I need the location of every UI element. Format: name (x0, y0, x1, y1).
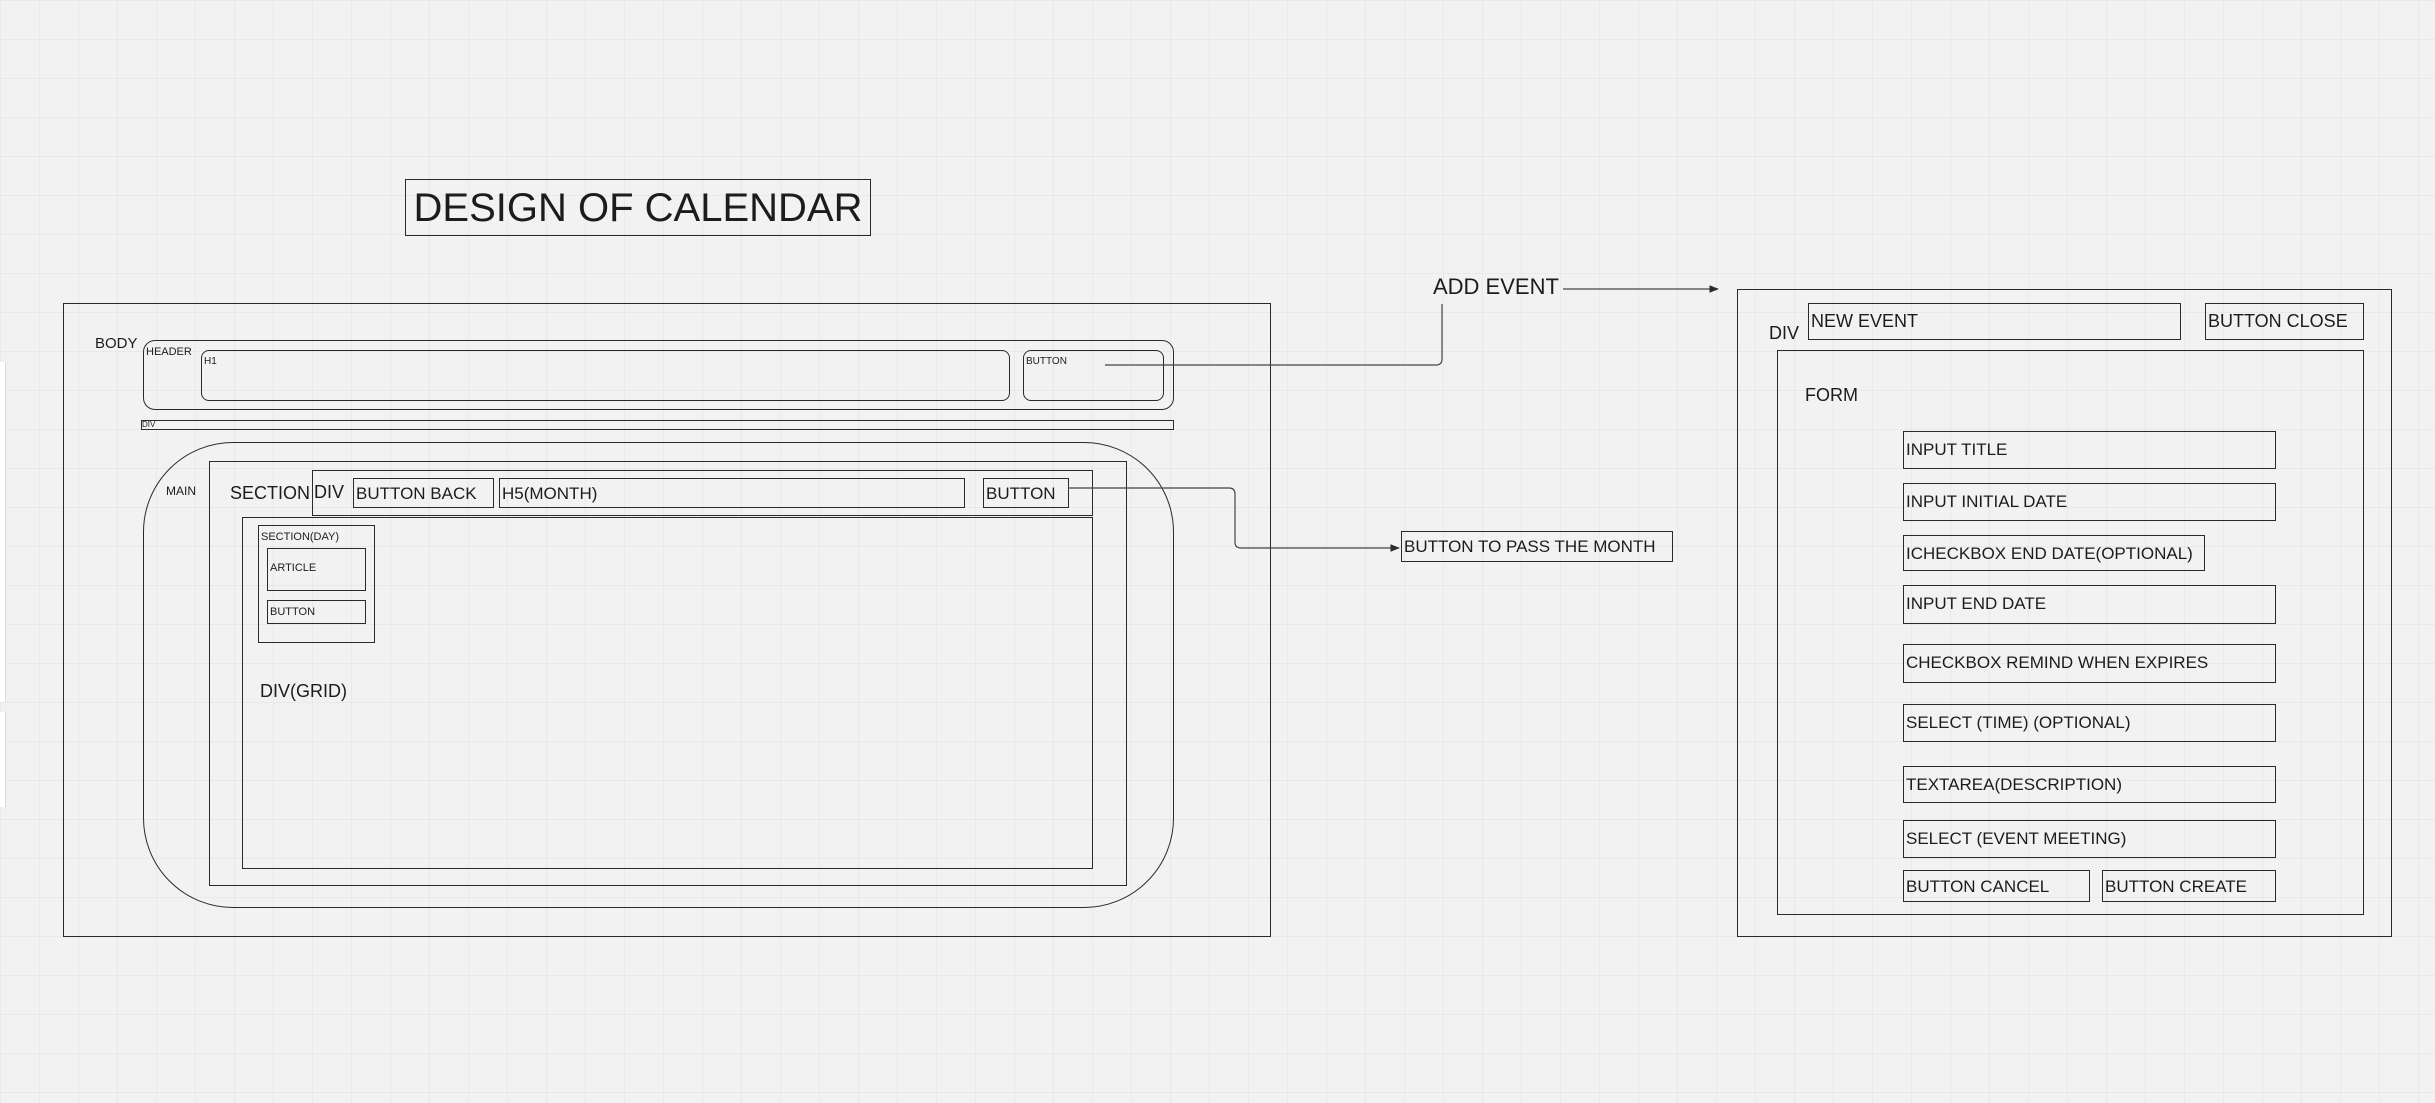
form-label: FORM (1805, 385, 1858, 405)
input-title-label: INPUT TITLE (1906, 440, 2008, 459)
modal-div-label: DIV (1769, 323, 1800, 343)
input-end-date-label: INPUT END DATE (1906, 594, 2047, 613)
checkbox-end-date-label: ICHECKBOX END DATE(OPTIONAL) (1906, 544, 2193, 563)
edge-strip-bottom (0, 712, 6, 807)
create-button-label: BUTTON CREATE (2105, 877, 2247, 896)
header-button-label: BUTTON (1026, 356, 1067, 367)
nav-div-label: DIV (314, 482, 345, 502)
h5-month-label: H5(MONTH) (502, 484, 598, 503)
main-label: MAIN (166, 484, 196, 498)
close-button-label: BUTTON CLOSE (2208, 311, 2348, 331)
next-month-button[interactable]: BUTTON (983, 478, 1069, 508)
pass-month-annotation-box: BUTTON TO PASS THE MONTH (1401, 531, 1673, 562)
pass-month-annotation: BUTTON TO PASS THE MONTH (1404, 537, 1656, 556)
button-back-label: BUTTON BACK (356, 484, 477, 503)
select-event-meeting-label: SELECT (EVENT MEETING) (1906, 829, 2127, 848)
select-time[interactable]: SELECT (TIME) (OPTIONAL) (1903, 704, 2276, 742)
select-time-label: SELECT (TIME) (OPTIONAL) (1906, 713, 2131, 732)
textarea-description[interactable]: TEXTAREA(DESCRIPTION) (1903, 766, 2276, 803)
checkbox-remind[interactable]: CHECKBOX REMIND WHEN EXPIRES (1903, 644, 2276, 683)
day-button-label: BUTTON (270, 606, 316, 618)
button-back[interactable]: BUTTON BACK (353, 478, 494, 508)
add-event-annotation: ADD EVENT (1433, 274, 1559, 299)
edge-strip-top (0, 362, 6, 702)
checkbox-remind-label: CHECKBOX REMIND WHEN EXPIRES (1906, 653, 2209, 672)
grid-label: DIV(GRID) (260, 681, 347, 701)
select-event-meeting[interactable]: SELECT (EVENT MEETING) (1903, 820, 2276, 858)
header-label: HEADER (146, 346, 192, 358)
textarea-description-label: TEXTAREA(DESCRIPTION) (1906, 775, 2122, 794)
body-label: BODY (95, 335, 138, 352)
h5-month: H5(MONTH) (499, 478, 965, 508)
article-label: ARTICLE (270, 562, 317, 574)
diagram-title: DESIGN OF CALENDAR (413, 185, 863, 230)
day-button[interactable]: BUTTON (267, 600, 366, 624)
div-strip: DIV (141, 420, 1174, 430)
next-month-button-label: BUTTON (986, 484, 1056, 503)
new-event-label: NEW EVENT (1811, 311, 1919, 331)
h1-label: H1 (204, 356, 217, 367)
create-button[interactable]: BUTTON CREATE (2102, 870, 2276, 902)
div-strip-label: DIV (142, 420, 156, 429)
input-title[interactable]: INPUT TITLE (1903, 431, 2276, 469)
input-end-date[interactable]: INPUT END DATE (1903, 585, 2276, 624)
new-event-title: NEW EVENT (1808, 303, 2181, 340)
checkbox-end-date[interactable]: ICHECKBOX END DATE(OPTIONAL) (1903, 535, 2205, 571)
article-box: ARTICLE (267, 548, 366, 591)
input-initial-date[interactable]: INPUT INITIAL DATE (1903, 483, 2276, 521)
input-initial-date-label: INPUT INITIAL DATE (1906, 492, 2068, 511)
cancel-button-label: BUTTON CANCEL (1906, 877, 2050, 896)
cancel-button[interactable]: BUTTON CANCEL (1903, 870, 2090, 902)
header-button[interactable]: BUTTON (1023, 350, 1164, 401)
section-day-label: SECTION(DAY) (261, 531, 340, 543)
h1-box: H1 (201, 350, 1010, 401)
section-label: SECTION (230, 483, 311, 503)
diagram-title-box: DESIGN OF CALENDAR (405, 179, 871, 236)
close-button[interactable]: BUTTON CLOSE (2205, 303, 2364, 340)
